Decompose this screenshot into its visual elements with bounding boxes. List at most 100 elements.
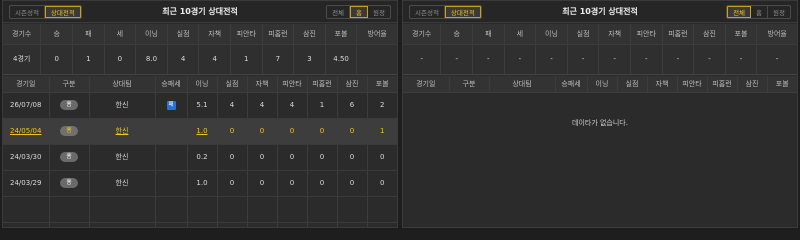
- val-win: 0: [40, 44, 74, 75]
- tab-head-to-head[interactable]: 상대전적: [444, 6, 481, 18]
- home-pill: 홈: [60, 100, 78, 110]
- col-bb: 포볼: [725, 24, 758, 45]
- left-venue-toggle: 전체 홈 원정: [326, 5, 391, 19]
- summary-header-row: 경기수 승 패 세 이닝 실점 자책 피안타 피홈런 삼진 포볼 방어율: [3, 24, 397, 45]
- row-opponent[interactable]: 한신: [89, 118, 156, 145]
- row-ip: 1.0: [187, 170, 218, 197]
- val-games: -: [403, 44, 442, 75]
- summary-table: 경기수 승 패 세 이닝 실점 자책 피안타 피홈런 삼진 포볼 방어율 - -…: [403, 24, 797, 75]
- val-bb: 4.50: [325, 44, 358, 75]
- col-games: 경기수: [403, 24, 442, 45]
- col-runs: 실점: [167, 24, 200, 45]
- col-games: 경기수: [3, 24, 42, 45]
- val-hr: 7: [262, 44, 295, 75]
- col-bb: 포볼: [767, 76, 797, 93]
- row-bb: 2: [367, 92, 397, 119]
- col-bb: 포볼: [367, 76, 397, 93]
- col-result: 승패세: [155, 76, 188, 93]
- table-row[interactable]: 26/07/08 홈 한신 패 5.1 4 4 4 1 6 2: [3, 92, 397, 119]
- row-hits: 0: [277, 118, 308, 145]
- row-hr: 0: [307, 118, 338, 145]
- col-loss: 패: [472, 24, 505, 45]
- col-er: 자책: [598, 24, 631, 45]
- col-so: 삼진: [293, 24, 326, 45]
- row-opponent: 한신: [89, 144, 156, 171]
- tab-all[interactable]: 전체: [327, 6, 351, 18]
- tab-away[interactable]: 원정: [768, 6, 790, 18]
- col-ip: 이닝: [587, 76, 618, 93]
- row-hr: 0: [307, 144, 338, 171]
- game-log-table: 경기일 구분 상대팀 승패세 이닝 실점 자책 피안타 피홈런 삼진 포볼 26…: [3, 76, 397, 227]
- loss-badge: 패: [166, 101, 176, 110]
- tab-home[interactable]: 홈: [751, 6, 769, 18]
- col-hr: 피홈런: [307, 76, 338, 93]
- col-hits: 피안타: [630, 24, 663, 45]
- col-win: 승: [440, 24, 474, 45]
- row-runs: 0: [217, 170, 248, 197]
- table-row-selected[interactable]: 24/05/04 홈 한신 1.0 0 0 0 0 0 1: [3, 118, 397, 145]
- left-panel: 시즌성적 상대전적 전체 홈 원정 최근 10경기 상대전적 경기수 승 패 세…: [2, 0, 398, 228]
- row-hr: 0: [307, 170, 338, 197]
- col-hr: 피홈런: [262, 24, 295, 45]
- col-er: 자책: [647, 76, 678, 93]
- val-ip: -: [535, 44, 568, 75]
- val-so: 3: [293, 44, 326, 75]
- table-row[interactable]: 24/03/30 홈 한신 0.2 0 0 0 0 0 0: [3, 144, 397, 171]
- tab-season-stats[interactable]: 시즌성적: [10, 6, 45, 18]
- val-bb: -: [725, 44, 758, 75]
- col-ip: 이닝: [535, 24, 568, 45]
- tab-away[interactable]: 원정: [368, 6, 390, 18]
- col-loss: 패: [72, 24, 105, 45]
- left-view-toggle: 시즌성적 상대전적: [9, 5, 82, 19]
- col-type: 구분: [449, 76, 490, 93]
- table-row[interactable]: 24/03/29 홈 한신 1.0 0 0 0 0 0 0: [3, 170, 397, 197]
- row-runs: 4: [217, 92, 248, 119]
- tab-all[interactable]: 전체: [727, 6, 752, 18]
- val-er: -: [598, 44, 631, 75]
- summary-values-row: - - - - - - - - - - - -: [403, 44, 797, 75]
- col-runs: 실점: [617, 76, 648, 93]
- row-ip: 1.0: [187, 118, 218, 145]
- row-date[interactable]: 24/05/04: [3, 118, 50, 145]
- tab-home[interactable]: 홈: [350, 6, 369, 18]
- empty-row: [3, 196, 397, 223]
- summary-table: 경기수 승 패 세 이닝 실점 자책 피안타 피홈런 삼진 포볼 방어율 4 경기…: [3, 24, 397, 75]
- col-ip: 이닝: [135, 24, 168, 45]
- row-hits: 0: [277, 144, 308, 171]
- row-type: 홈: [49, 170, 90, 197]
- col-hits: 피안타: [230, 24, 263, 45]
- row-type: 홈: [49, 118, 90, 145]
- row-result: [155, 144, 188, 171]
- col-so: 삼진: [737, 76, 768, 93]
- right-view-toggle: 시즌성적 상대전적: [409, 5, 482, 19]
- row-date: 26/07/08: [3, 92, 50, 119]
- col-type: 구분: [49, 76, 90, 93]
- col-era: 방어율: [356, 24, 397, 45]
- row-date-link[interactable]: 24/05/04: [10, 127, 41, 135]
- col-hits: 피안타: [277, 76, 308, 93]
- val-runs: -: [567, 44, 600, 75]
- col-date: 경기일: [403, 76, 450, 93]
- row-er: 0: [247, 144, 278, 171]
- row-opponent: 한신: [89, 170, 156, 197]
- col-save: 세: [504, 24, 537, 45]
- home-pill: 홈: [60, 152, 78, 162]
- row-runs: 0: [217, 144, 248, 171]
- val-runs: 4: [167, 44, 200, 75]
- col-er: 자책: [247, 76, 278, 93]
- row-opponent-link[interactable]: 한신: [116, 127, 129, 135]
- row-type: 홈: [49, 92, 90, 119]
- val-hits: -: [630, 44, 663, 75]
- col-result: 승패세: [555, 76, 588, 93]
- row-hr: 1: [307, 92, 338, 119]
- val-hr: -: [662, 44, 695, 75]
- col-date: 경기일: [3, 76, 50, 93]
- val-era: [356, 44, 397, 75]
- summary-header-row: 경기수 승 패 세 이닝 실점 자책 피안타 피홈런 삼진 포볼 방어율: [403, 24, 797, 45]
- row-result: [155, 170, 188, 197]
- tab-head-to-head[interactable]: 상대전적: [44, 6, 81, 18]
- col-runs: 실점: [217, 76, 248, 93]
- val-era: -: [756, 44, 797, 75]
- row-result: [155, 118, 188, 145]
- tab-season-stats[interactable]: 시즌성적: [410, 6, 445, 18]
